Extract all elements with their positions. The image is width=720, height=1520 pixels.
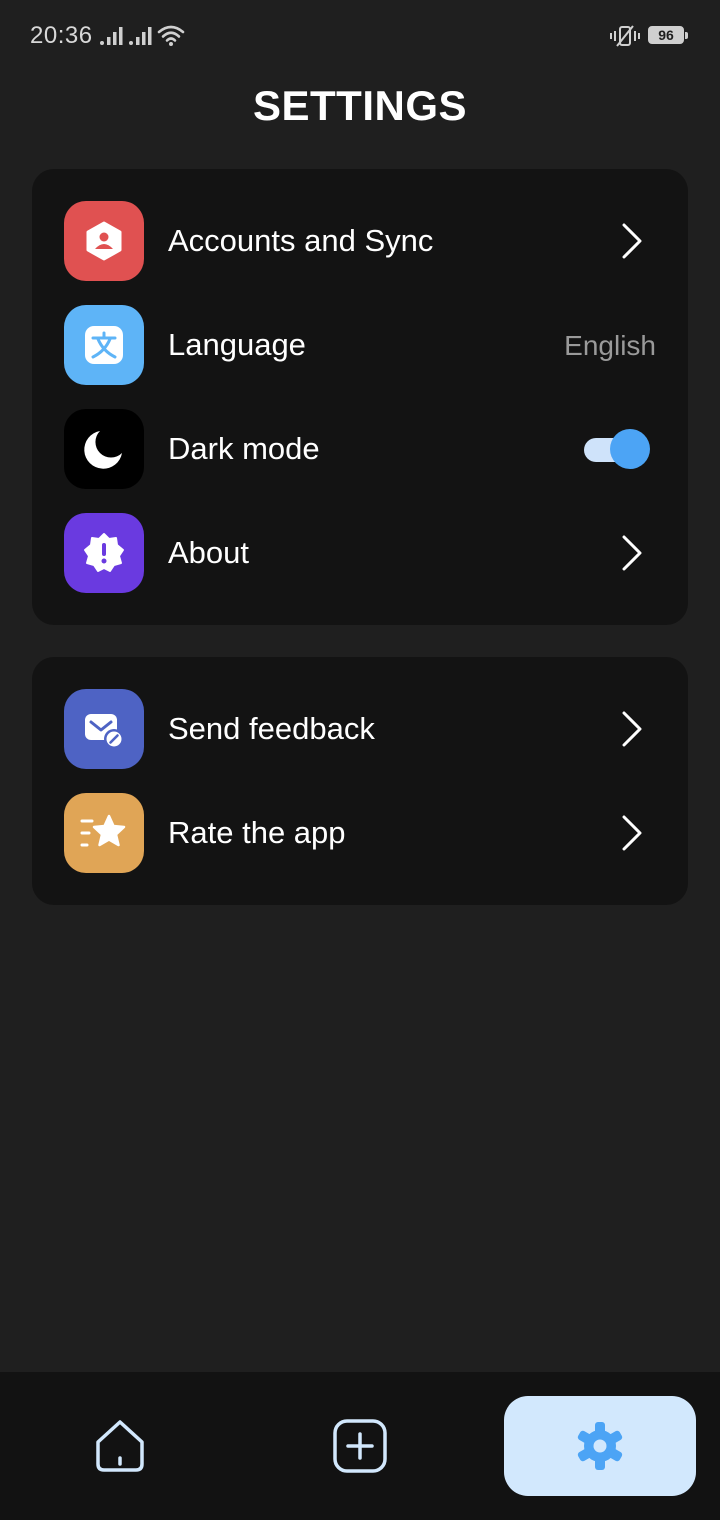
chevron-right-icon: [622, 711, 642, 747]
vibrate-mute-icon: [610, 25, 640, 47]
accounts-and-sync-label: Accounts and Sync: [168, 223, 434, 258]
wifi-icon: [157, 25, 185, 46]
home-icon: [96, 1420, 144, 1472]
account-icon: [64, 201, 144, 281]
nav-add-button[interactable]: [264, 1396, 456, 1496]
battery-tip: [685, 32, 688, 39]
translate-icon: [64, 305, 144, 385]
about-label: About: [168, 535, 250, 570]
dark-mode-label: Dark mode: [168, 431, 320, 466]
chevron-right-icon: [622, 815, 642, 851]
signal-1-icon: [100, 27, 123, 45]
battery-indicator: 96: [648, 26, 684, 44]
send-feedback-label: Send feedback: [168, 711, 375, 746]
language-value: English: [564, 330, 656, 361]
rate-the-app-row[interactable]: Rate the app: [32, 793, 688, 873]
bottom-nav: [0, 1372, 720, 1520]
accounts-and-sync-row[interactable]: Accounts and Sync: [32, 201, 688, 281]
language-label: Language: [168, 327, 306, 362]
chevron-right-icon: [622, 535, 642, 571]
info-badge-icon: [64, 513, 144, 593]
page-title: SETTINGS: [252, 82, 468, 129]
settings-gear-icon: [577, 1422, 623, 1470]
rate-the-app-label: Rate the app: [168, 815, 346, 850]
signal-2-icon: [129, 27, 152, 45]
moon-icon: [64, 409, 144, 489]
status-bar: 20:36 96: [0, 0, 720, 72]
feedback-mail-icon: [64, 689, 144, 769]
send-feedback-row[interactable]: Send feedback: [32, 689, 688, 769]
chevron-right-icon: [622, 223, 642, 259]
settings-card-support: Send feedback Rate the app: [32, 657, 688, 905]
settings-card-general: Accounts and Sync Language English Dark …: [32, 169, 688, 625]
language-row[interactable]: Language English: [32, 305, 688, 385]
dark-mode-row: Dark mode: [32, 409, 688, 489]
status-time: 20:36: [30, 22, 93, 49]
add-icon: [333, 1419, 387, 1473]
star-icon: [64, 793, 144, 873]
dark-mode-toggle[interactable]: [584, 429, 650, 469]
toggle-knob: [610, 429, 650, 469]
nav-settings-button[interactable]: [504, 1396, 696, 1496]
nav-home-button[interactable]: [24, 1396, 216, 1496]
about-row[interactable]: About: [32, 513, 688, 593]
